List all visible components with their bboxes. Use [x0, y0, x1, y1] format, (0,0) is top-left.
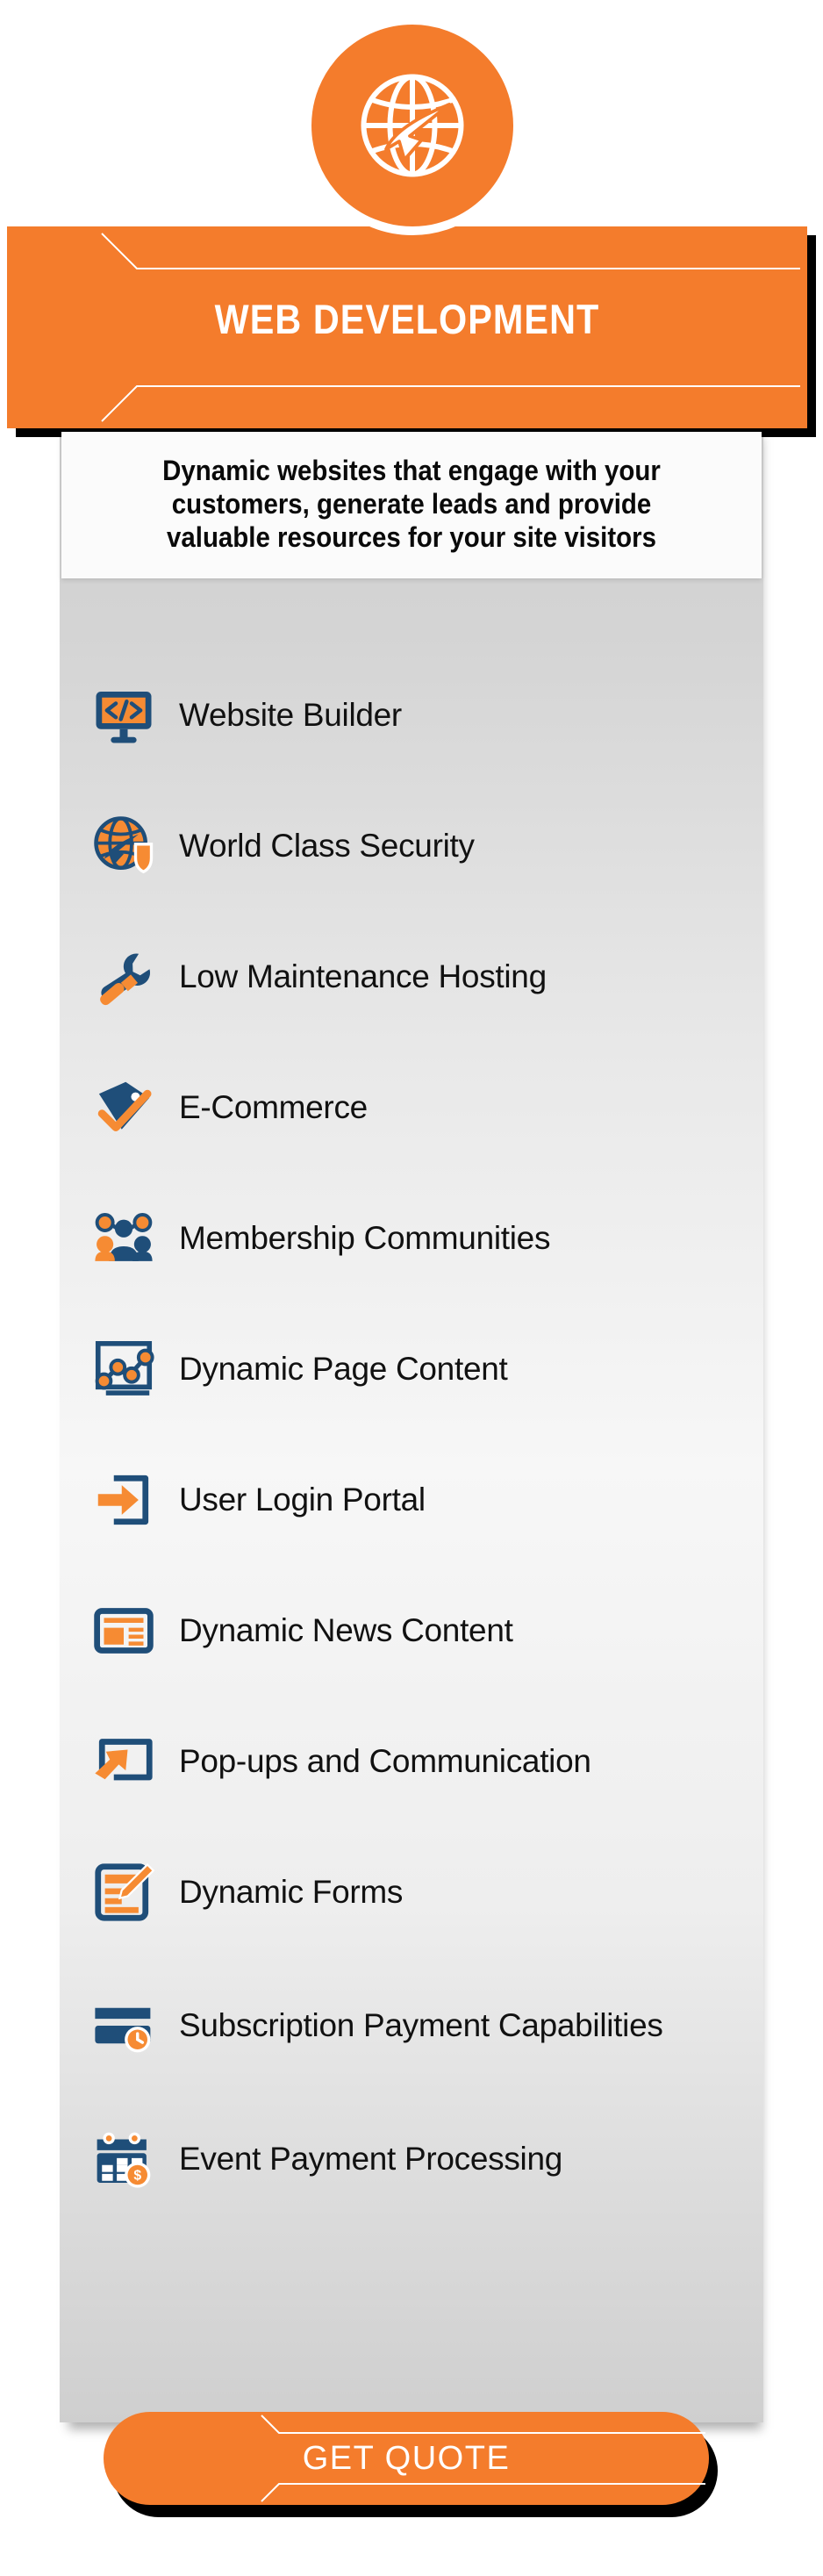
- list-item-label: Membership Communities: [179, 1219, 551, 1256]
- newspaper-icon: [89, 1597, 158, 1665]
- list-item[interactable]: User Login Portal: [61, 1434, 762, 1565]
- card-clock-icon: [89, 1991, 158, 2060]
- description-text: Dynamic websites that engage with your c…: [162, 455, 661, 553]
- description-panel: Dynamic websites that engage with your c…: [61, 432, 762, 579]
- list-item-label: World Class Security: [179, 827, 475, 864]
- page-title: WEB DEVELOPMENT: [214, 296, 600, 342]
- svg-text:$: $: [133, 2168, 141, 2183]
- list-item-label: Dynamic Page Content: [179, 1350, 508, 1387]
- list-item[interactable]: Dynamic News Content: [61, 1565, 762, 1696]
- list-item-label: User Login Portal: [179, 1481, 426, 1518]
- list-item[interactable]: Low Maintenance Hosting: [61, 911, 762, 1042]
- people-group-icon: [89, 1204, 158, 1273]
- list-item[interactable]: E-Commerce: [61, 1042, 762, 1173]
- monitor-code-icon: [89, 681, 158, 750]
- list-item-label: Event Payment Processing: [179, 2140, 563, 2177]
- popup-arrow-icon: [89, 1727, 158, 1796]
- globe-arrow-icon: [347, 60, 478, 191]
- login-arrow-icon: [89, 1466, 158, 1534]
- list-item[interactable]: $ Event Payment Processing: [61, 2093, 762, 2224]
- list-item-label: Dynamic News Content: [179, 1611, 513, 1648]
- list-item[interactable]: Pop-ups and Communication: [61, 1696, 762, 1826]
- list-item-label: Pop-ups and Communication: [179, 1742, 591, 1779]
- list-item[interactable]: Dynamic Forms: [61, 1826, 762, 1957]
- feature-list: Website Builder World Class Security Low…: [61, 649, 762, 2224]
- globe-shield-icon: [89, 812, 158, 880]
- calendar-dollar-icon: $: [89, 2125, 158, 2193]
- header-banner: WEB DEVELOPMENT: [7, 226, 807, 428]
- list-item-label: Website Builder: [179, 696, 402, 733]
- get-quote-button[interactable]: GET QUOTE: [104, 2412, 709, 2505]
- list-item-label: Low Maintenance Hosting: [179, 958, 547, 994]
- list-item[interactable]: Website Builder: [61, 649, 762, 780]
- price-tag-icon: [89, 1073, 158, 1142]
- list-item-label: Dynamic Forms: [179, 1873, 404, 1910]
- wrench-screwdriver-icon: [89, 943, 158, 1011]
- list-item[interactable]: Subscription Payment Capabilities: [61, 1957, 762, 2093]
- list-item[interactable]: World Class Security: [61, 780, 762, 911]
- form-pencil-icon: [89, 1858, 158, 1927]
- get-quote-label: GET QUOTE: [302, 2439, 511, 2477]
- list-item[interactable]: Dynamic Page Content: [61, 1303, 762, 1434]
- globe-emblem: [303, 16, 522, 235]
- chart-nodes-icon: [89, 1335, 158, 1403]
- infographic-card: WEB DEVELOPMENT Dynamic websites that en…: [0, 0, 823, 2576]
- list-item[interactable]: Membership Communities: [61, 1173, 762, 1303]
- list-item-label: E-Commerce: [179, 1088, 368, 1125]
- list-item-label: Subscription Payment Capabilities: [179, 2006, 663, 2043]
